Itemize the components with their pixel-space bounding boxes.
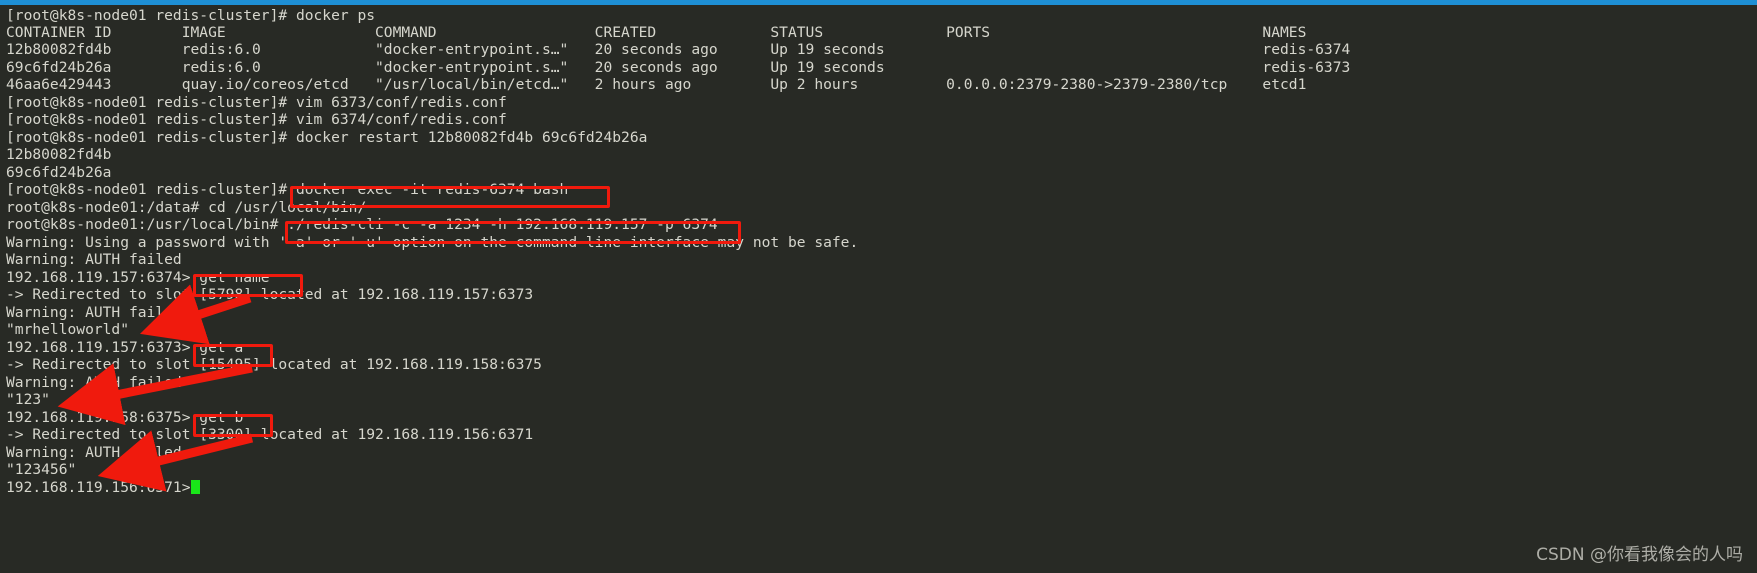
terminal-line: [root@k8s-node01 redis-cluster]# docker … <box>6 7 376 24</box>
terminal-line: Warning: AUTH failed <box>6 374 182 391</box>
terminal-line: [root@k8s-node01 redis-cluster]# docker … <box>6 129 648 146</box>
terminal-line: Warning: AUTH failed <box>6 304 182 321</box>
terminal-line: 192.168.119.157:6373> get a <box>6 339 244 356</box>
terminal-screen[interactable]: [root@k8s-node01 redis-cluster]# docker … <box>0 5 1757 573</box>
terminal-line: 69c6fd24b26a redis:6.0 "docker-entrypoin… <box>6 59 1351 76</box>
terminal-line: "mrhelloworld" <box>6 321 130 338</box>
terminal-prompt-line: 192.168.119.156:6371> <box>6 479 200 496</box>
terminal-line: 46aa6e429443 quay.io/coreos/etcd "/usr/l… <box>6 76 1307 93</box>
terminal-line: 69c6fd24b26a <box>6 164 112 181</box>
terminal-line: root@k8s-node01:/usr/local/bin# ./redis-… <box>6 216 718 233</box>
terminal-line: Warning: Using a password with '-a' or '… <box>6 234 859 251</box>
terminal-line: -> Redirected to slot [5798] located at … <box>6 286 534 303</box>
terminal-line: CONTAINER ID IMAGE COMMAND CREATED STATU… <box>6 24 1307 41</box>
terminal-cursor <box>190 480 200 494</box>
terminal-line: [root@k8s-node01 redis-cluster]# docker … <box>6 181 569 198</box>
terminal-line: 12b80082fd4b redis:6.0 "docker-entrypoin… <box>6 41 1351 58</box>
terminal-line: 192.168.119.157:6374> get name <box>6 269 270 286</box>
terminal-line: root@k8s-node01:/data# cd /usr/local/bin… <box>6 199 367 216</box>
terminal-line: 12b80082fd4b <box>6 146 112 163</box>
csdn-watermark: CSDN @你看我像会的人吗 <box>1536 545 1743 565</box>
terminal-line: [root@k8s-node01 redis-cluster]# vim 637… <box>6 111 507 128</box>
terminal-line: Warning: AUTH failed <box>6 251 182 268</box>
terminal-line: Warning: AUTH failed <box>6 444 182 461</box>
terminal-line: 192.168.119.158:6375> get b <box>6 409 244 426</box>
terminal-line: [root@k8s-node01 redis-cluster]# vim 637… <box>6 94 507 111</box>
terminal-line: -> Redirected to slot [3300] located at … <box>6 426 534 443</box>
terminal-line: -> Redirected to slot [15495] located at… <box>6 356 542 373</box>
terminal-line: "123456" <box>6 461 77 478</box>
final-prompt-text: 192.168.119.156:6371> <box>6 479 191 496</box>
terminal-line: "123" <box>6 391 50 408</box>
